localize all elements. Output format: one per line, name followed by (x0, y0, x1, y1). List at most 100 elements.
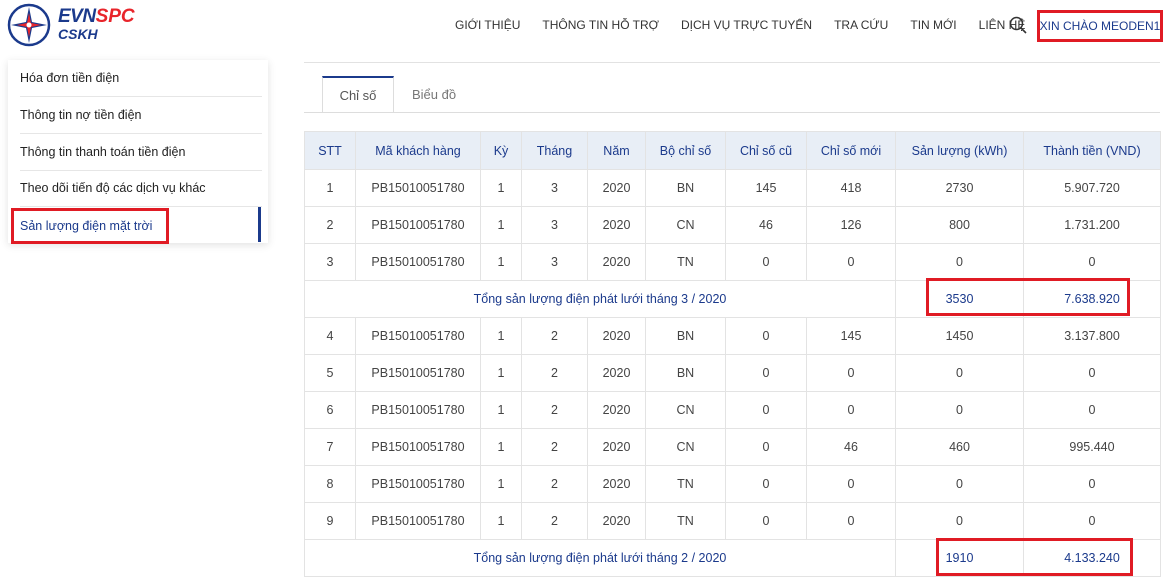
meter-readings-table: STT Mã khách hàng Kỳ Tháng Năm Bộ chỉ số Chỉ s… (304, 131, 1161, 577)
table-row: 1 PB15010051780 1 3 2020 BN 145 418 2730 5.907.72… (304, 169, 1161, 207)
cell-chi-so-cu: 0 (725, 502, 807, 540)
sidebar-item-thong-tin-thanh-toan[interactable]: Thông tin thanh toán tiền điện (20, 134, 262, 171)
logo-evn: EVN (58, 6, 96, 27)
sidebar-highlight-box (11, 208, 169, 244)
cell-ky: 1 (480, 243, 522, 281)
header-chi-so-moi: Chỉ số mới (806, 131, 896, 170)
total-label: Tổng sản lượng điện phát lưới tháng 2 / … (304, 539, 896, 577)
cell-chi-so-moi: 0 (806, 465, 896, 503)
content-top-divider (304, 62, 1160, 63)
tabs-divider (304, 112, 1160, 113)
cell-san-luong: 0 (895, 243, 1024, 281)
cell-thang: 2 (521, 317, 588, 355)
cell-nam: 2020 (587, 428, 646, 466)
tab-chi-so[interactable]: Chỉ số (322, 76, 394, 113)
cell-nam: 2020 (587, 243, 646, 281)
header-thanh-tien: Thành tiền (VND) (1023, 131, 1161, 170)
nav-gioi-thieu[interactable]: GIỚI THIỆU (455, 18, 520, 32)
cell-stt: 3 (304, 243, 356, 281)
search-icon[interactable] (1008, 15, 1028, 35)
cell-nam: 2020 (587, 317, 646, 355)
nav-tin-moi[interactable]: TIN MỚI (910, 18, 956, 32)
cell-san-luong: 2730 (895, 169, 1024, 207)
header-chi-so-cu: Chỉ số cũ (725, 131, 807, 170)
cell-thang: 3 (521, 206, 588, 244)
cell-nam: 2020 (587, 354, 646, 392)
table-row: 4 PB15010051780 1 2 2020 BN 0 145 1450 3.137.800 (304, 317, 1161, 355)
cell-bo-chi-so: BN (645, 169, 726, 207)
logo-text: EVNSPC CSKH (58, 6, 135, 43)
cell-thanh-tien: 0 (1023, 465, 1161, 503)
cell-thang: 2 (521, 502, 588, 540)
cell-bo-chi-so: TN (645, 502, 726, 540)
total-label: Tổng sản lượng điện phát lưới tháng 3 / … (304, 280, 896, 318)
cell-chi-so-cu: 0 (725, 428, 807, 466)
cell-bo-chi-so: CN (645, 206, 726, 244)
cell-chi-so-cu: 46 (725, 206, 807, 244)
cell-thang: 2 (521, 354, 588, 392)
site-header: EVNSPC CSKH GIỚI THIỆU THÔNG TIN HỖ TRỢ … (0, 0, 1165, 50)
cell-nam: 2020 (587, 502, 646, 540)
header-san-luong: Sản lượng (kWh) (895, 131, 1024, 170)
cell-stt: 2 (304, 206, 356, 244)
cell-thang: 2 (521, 428, 588, 466)
cell-thanh-tien: 0 (1023, 243, 1161, 281)
cell-chi-so-moi: 418 (806, 169, 896, 207)
cell-bo-chi-so: TN (645, 465, 726, 503)
cell-nam: 2020 (587, 169, 646, 207)
evnspc-logo[interactable]: EVNSPC CSKH (6, 2, 146, 48)
cell-thanh-tien: 995.440 (1023, 428, 1161, 466)
user-greeting[interactable]: XIN CHÀO MEODEN1 (1037, 10, 1163, 42)
cell-thang: 2 (521, 391, 588, 429)
cell-ky: 1 (480, 206, 522, 244)
table-body: 1 PB15010051780 1 3 2020 BN 145 418 2730 5.907.72… (304, 169, 1161, 577)
cell-chi-so-cu: 0 (725, 391, 807, 429)
logo-cskh: CSKH (58, 26, 98, 42)
cell-ma-khach-hang: PB15010051780 (355, 428, 481, 466)
sidebar-item-hoa-don[interactable]: Hóa đơn tiền điện (20, 60, 262, 97)
cell-chi-so-moi: 126 (806, 206, 896, 244)
nav-tra-cuu[interactable]: TRA CỨU (834, 18, 888, 32)
cell-ma-khach-hang: PB15010051780 (355, 354, 481, 392)
cell-chi-so-cu: 145 (725, 169, 807, 207)
cell-ma-khach-hang: PB15010051780 (355, 169, 481, 207)
cell-san-luong: 460 (895, 428, 1024, 466)
cell-ky: 1 (480, 428, 522, 466)
cell-nam: 2020 (587, 391, 646, 429)
cell-chi-so-cu: 0 (725, 243, 807, 281)
cell-thanh-tien: 0 (1023, 354, 1161, 392)
cell-stt: 8 (304, 465, 356, 503)
header-ma-khach-hang: Mã khách hàng (355, 131, 481, 170)
cell-chi-so-cu: 0 (725, 465, 807, 503)
tab-bieu-do[interactable]: Biểu đồ (398, 76, 470, 113)
cell-thanh-tien: 0 (1023, 502, 1161, 540)
cell-nam: 2020 (587, 206, 646, 244)
cell-ma-khach-hang: PB15010051780 (355, 391, 481, 429)
table-row: 2 PB15010051780 1 3 2020 CN 46 126 800 1.731.200 (304, 206, 1161, 244)
cell-chi-so-moi: 0 (806, 502, 896, 540)
evn-logo-icon (7, 3, 51, 47)
sidebar-item-thong-tin-no[interactable]: Thông tin nợ tiền điện (20, 97, 262, 134)
sidebar: Hóa đơn tiền điện Thông tin nợ tiền điện… (8, 60, 268, 244)
cell-san-luong: 0 (895, 465, 1024, 503)
cell-ky: 1 (480, 465, 522, 503)
cell-stt: 6 (304, 391, 356, 429)
table-row: 6 PB15010051780 1 2 2020 CN 0 0 0 0 (304, 391, 1161, 429)
cell-ma-khach-hang: PB15010051780 (355, 206, 481, 244)
cell-stt: 4 (304, 317, 356, 355)
cell-ma-khach-hang: PB15010051780 (355, 317, 481, 355)
cell-san-luong: 0 (895, 354, 1024, 392)
nav-dich-vu-truc-tuyen[interactable]: DỊCH VỤ TRỰC TUYẾN (681, 18, 812, 32)
cell-bo-chi-so: BN (645, 317, 726, 355)
sidebar-item-theo-doi-tien-do[interactable]: Theo dõi tiến độ các dịch vụ khác (20, 170, 262, 207)
cell-chi-so-moi: 145 (806, 317, 896, 355)
table-row: 7 PB15010051780 1 2 2020 CN 0 46 460 995.440 (304, 428, 1161, 466)
cell-chi-so-moi: 0 (806, 354, 896, 392)
sidebar-active-indicator (258, 207, 261, 242)
nav-thong-tin-ho-tro[interactable]: THÔNG TIN HỖ TRỢ (542, 18, 659, 32)
table-header-row: STT Mã khách hàng Kỳ Tháng Năm Bộ chỉ số Chỉ s… (304, 131, 1161, 170)
cell-ky: 1 (480, 391, 522, 429)
cell-ma-khach-hang: PB15010051780 (355, 465, 481, 503)
main-nav: GIỚI THIỆU THÔNG TIN HỖ TRỢ DỊCH VỤ TRỰC… (455, 0, 1047, 50)
cell-san-luong: 1450 (895, 317, 1024, 355)
